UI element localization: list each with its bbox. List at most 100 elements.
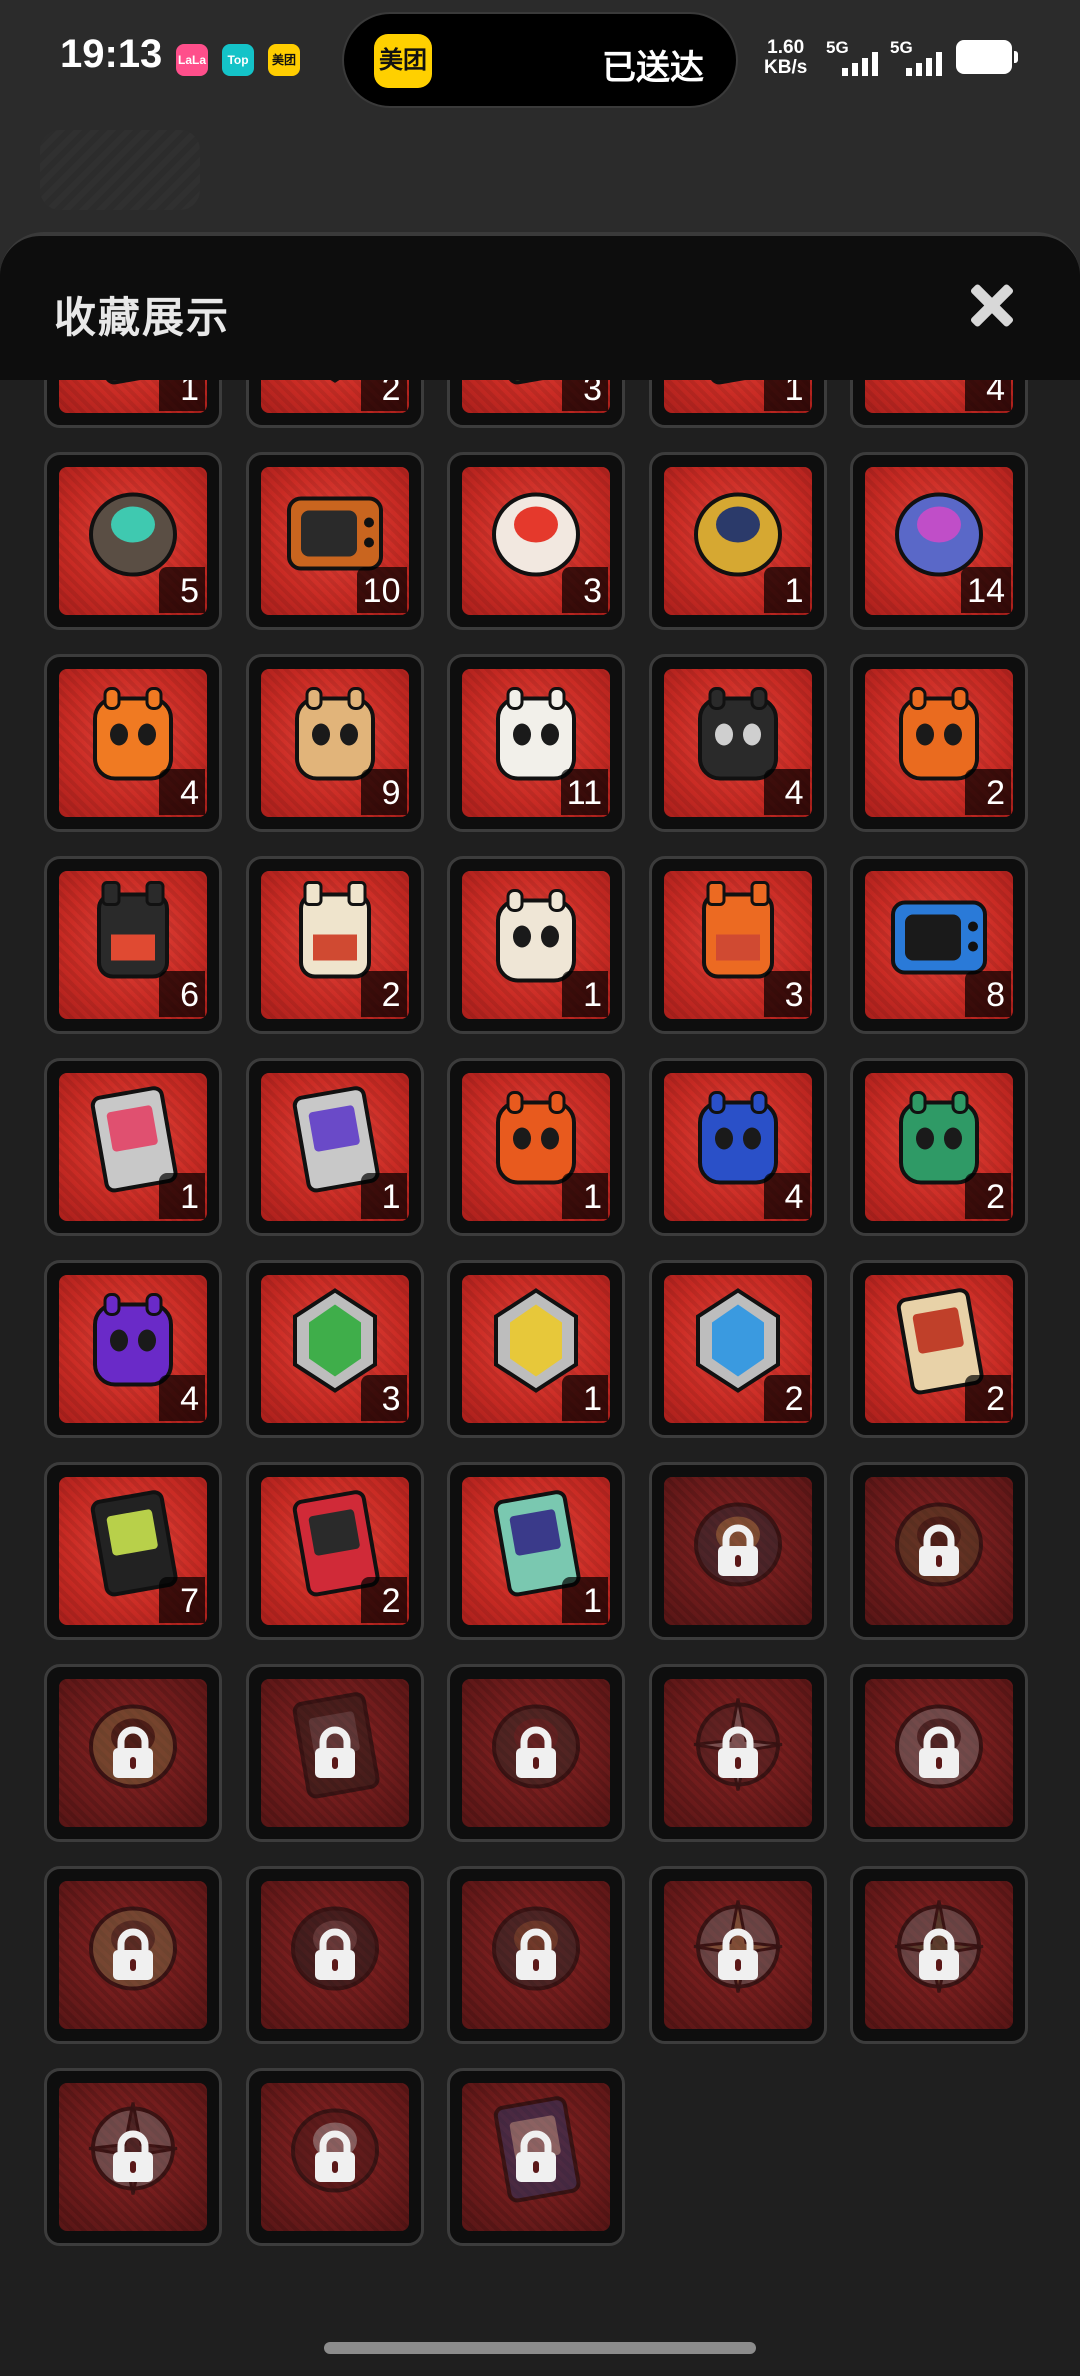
collection-item[interactable]: 4 — [648, 654, 827, 832]
item-count: 2 — [360, 1577, 407, 1623]
item-background — [59, 2083, 207, 2231]
notification-pill[interactable]: 美团 已送达 — [342, 12, 738, 108]
lala-app-icon: LaLa — [176, 44, 208, 76]
item-count: 1 — [763, 380, 810, 411]
item-count: 1 — [562, 1375, 608, 1421]
collection-item[interactable]: 1 — [44, 380, 222, 428]
collection-item[interactable] — [648, 1664, 827, 1842]
lock-icon — [110, 1726, 156, 1780]
collection-scroll-area[interactable]: 1 2 3 1 4 5 10 3 1 14 4 9 11 4 2 6 2 1 3… — [0, 380, 1080, 2310]
collection-item[interactable]: 2 — [850, 1058, 1028, 1236]
item-background: 4 — [663, 1073, 812, 1221]
collection-item[interactable]: 6 — [44, 856, 222, 1034]
item-count: 3 — [763, 971, 810, 1017]
collection-item[interactable]: 4 — [44, 654, 222, 832]
item-count: 3 — [562, 567, 608, 613]
lock-icon — [916, 1726, 962, 1780]
status-bar: 19:13 LaLa Top 美团 美团 已送达 1.60 KB/s 5G 5G — [0, 0, 1080, 120]
item-count: 4 — [763, 1173, 810, 1219]
lock-icon — [715, 1928, 761, 1982]
item-count: 3 — [562, 380, 608, 411]
item-count: 1 — [562, 1173, 608, 1219]
lock-icon — [110, 1928, 156, 1982]
collection-item[interactable]: 1 — [648, 452, 827, 630]
item-background: 1 — [462, 1477, 610, 1625]
collection-item[interactable]: 2 — [245, 856, 424, 1034]
item-count: 2 — [965, 1375, 1011, 1421]
collection-item[interactable]: 4 — [648, 1058, 827, 1236]
item-count: 4 — [763, 769, 810, 815]
item-background — [260, 2083, 409, 2231]
collection-item[interactable]: 3 — [447, 380, 625, 428]
item-background — [260, 1881, 409, 2029]
item-background: 1 — [663, 467, 812, 615]
item-background: 1 — [462, 871, 610, 1019]
item-count: 1 — [159, 1173, 205, 1219]
item-background: 2 — [260, 871, 409, 1019]
collection-item[interactable] — [648, 1866, 827, 2044]
item-background — [663, 1679, 812, 1827]
meituan-app-icon: 美团 — [268, 44, 300, 76]
item-count: 3 — [360, 1375, 407, 1421]
item-background — [462, 1881, 610, 2029]
collection-item[interactable] — [648, 1462, 827, 1640]
collection-item[interactable]: 4 — [44, 1260, 222, 1438]
net-speed: 1.60 KB/s — [764, 38, 807, 78]
collection-item[interactable] — [44, 2068, 222, 2246]
collection-item[interactable] — [447, 2068, 625, 2246]
item-count: 11 — [560, 769, 608, 815]
collection-item[interactable]: 11 — [447, 654, 625, 832]
collection-item[interactable] — [245, 1866, 424, 2044]
collection-item[interactable]: 1 — [245, 1058, 424, 1236]
collection-item[interactable]: 2 — [648, 1260, 827, 1438]
collection-item[interactable] — [245, 2068, 424, 2246]
collection-item[interactable] — [447, 1866, 625, 2044]
lock-icon — [110, 2130, 156, 2184]
collection-item[interactable]: 3 — [245, 1260, 424, 1438]
lock-icon — [513, 1928, 559, 1982]
collection-item[interactable]: 1 — [44, 1058, 222, 1236]
page-title: 收藏展示 — [54, 294, 231, 341]
item-count: 7 — [159, 1577, 205, 1623]
collection-item[interactable] — [850, 1866, 1028, 2044]
item-background: 1 — [260, 1073, 409, 1221]
close-button[interactable] — [962, 276, 1022, 336]
item-background — [865, 1679, 1013, 1827]
net-speed-unit: KB/s — [764, 57, 808, 78]
top-app-icon: Top — [222, 44, 254, 76]
collection-item[interactable]: 2 — [245, 1462, 424, 1640]
collection-item[interactable]: 4 — [850, 380, 1028, 428]
collection-item[interactable]: 2 — [245, 380, 424, 428]
collection-item[interactable] — [44, 1664, 222, 1842]
collection-item[interactable] — [850, 1462, 1028, 1640]
collection-item[interactable]: 1 — [447, 1058, 625, 1236]
item-count: 4 — [159, 1375, 205, 1421]
collection-item[interactable] — [447, 1664, 625, 1842]
item-count: 2 — [763, 1375, 810, 1421]
collection-item[interactable]: 2 — [850, 654, 1028, 832]
home-indicator[interactable] — [324, 2342, 756, 2354]
lock-icon — [513, 2130, 559, 2184]
item-background — [865, 1477, 1013, 1625]
collection-item[interactable]: 3 — [447, 452, 625, 630]
item-count: 10 — [356, 567, 407, 613]
item-background: 6 — [59, 871, 207, 1019]
collection-item[interactable]: 3 — [648, 856, 827, 1034]
lock-icon — [916, 1928, 962, 1982]
collection-item[interactable] — [245, 1664, 424, 1842]
collection-item[interactable]: 8 — [850, 856, 1028, 1034]
collection-item[interactable]: 1 — [447, 1462, 625, 1640]
item-background: 3 — [462, 380, 610, 413]
collection-item[interactable]: 7 — [44, 1462, 222, 1640]
collection-item[interactable]: 10 — [245, 452, 424, 630]
collection-item[interactable]: 14 — [850, 452, 1028, 630]
collection-item[interactable]: 1 — [447, 856, 625, 1034]
collection-item[interactable] — [44, 1866, 222, 2044]
collection-item[interactable]: 9 — [245, 654, 424, 832]
collection-item[interactable]: 1 — [648, 380, 827, 428]
collection-item[interactable]: 2 — [850, 1260, 1028, 1438]
collection-item[interactable]: 1 — [447, 1260, 625, 1438]
item-background: 2 — [260, 1477, 409, 1625]
collection-item[interactable]: 5 — [44, 452, 222, 630]
collection-item[interactable] — [850, 1664, 1028, 1842]
